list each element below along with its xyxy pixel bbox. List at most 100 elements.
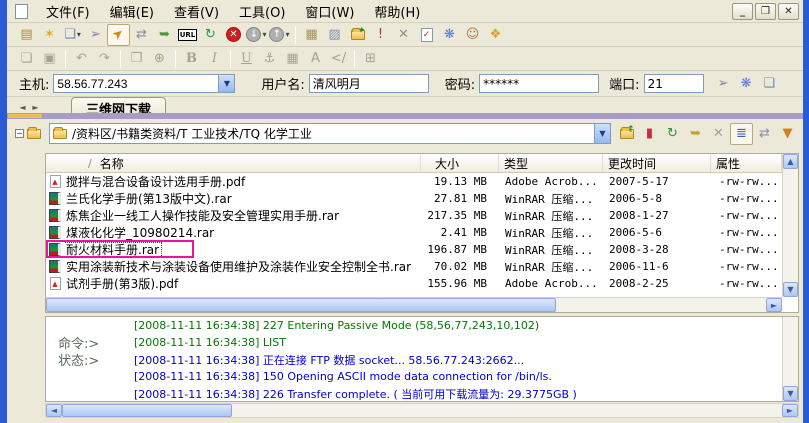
tab-scroll-right-icon[interactable]: ► <box>30 101 41 113</box>
bookmarks-icon[interactable]: ▮ <box>638 123 661 145</box>
file-row[interactable]: 实用涂装新技术与涂装设备使用维护及涂装作业安全控制全书.rar 70.02 MB W… <box>46 258 782 275</box>
file-row[interactable]: ▲ 搅拌与混合设备设计选用手册.pdf 19.13 MB Adobe Acrob...… <box>46 173 782 190</box>
password-input[interactable] <box>479 74 600 93</box>
port-input[interactable] <box>643 74 704 93</box>
file-row[interactable]: 炼焦企业一线工人操作技能及安全管理实用手册.rar 217.35 MB WinRAR… <box>46 207 782 224</box>
image-icon[interactable]: ▦ <box>281 48 304 70</box>
host-input[interactable] <box>54 76 219 91</box>
html-code-icon[interactable]: </ <box>327 48 350 70</box>
collapse-minus-icon[interactable]: − <box>15 129 24 138</box>
stop-icon[interactable]: ✕ <box>222 24 245 46</box>
verify-icon[interactable]: ✓ <box>415 24 438 46</box>
dropdown-arrow-icon[interactable]: ▾ <box>262 30 266 39</box>
bold-icon[interactable]: B <box>180 48 203 70</box>
path-combobox[interactable]: /资料区/书籍类资料/T 工业技术/TQ 化学工业 ▼ <box>49 123 611 144</box>
quick-connect-icon[interactable]: ➢ <box>84 24 107 46</box>
transfer-mode-icon[interactable]: ▼ <box>776 123 799 145</box>
column-header-mtime[interactable]: 更改时间 <box>603 154 711 172</box>
column-header-size[interactable]: 大小 <box>421 154 499 172</box>
scroll-down-icon[interactable]: ▼ <box>783 282 798 297</box>
connection-settings-icon[interactable]: ❋ <box>735 73 758 95</box>
skin-icon[interactable]: ❖ <box>484 24 507 46</box>
remote-path[interactable]: /资料区/书籍类资料/T 工业技术/TQ 化学工业 <box>67 125 594 142</box>
chevron-down-icon[interactable]: ▼ <box>218 75 235 92</box>
tree-collapse-button[interactable]: − <box>11 123 45 145</box>
host-combobox[interactable]: ▼ <box>53 74 236 93</box>
scrollbar-thumb[interactable] <box>46 298 556 312</box>
tab-site[interactable]: 三维网下载 <box>71 97 167 118</box>
close-button[interactable]: ✕ <box>778 2 799 20</box>
rar-file-icon <box>46 260 64 273</box>
connect-plug-icon[interactable]: ➢ <box>712 73 735 95</box>
new-folder-icon[interactable]: ✦ <box>346 24 369 46</box>
connection-bar: 主机: ▼ 用户名: 密码: 端口: ➢ ❋ ❏ <box>7 71 803 97</box>
refresh-icon[interactable]: ↻ <box>199 24 222 46</box>
column-header-name[interactable]: ∕ 名称 <box>46 154 421 172</box>
underline-icon[interactable]: U <box>235 48 258 70</box>
upload-icon[interactable]: ↑ ▾ <box>268 24 291 46</box>
menu-item-window[interactable]: 窗口(W) <box>295 4 364 23</box>
username-input[interactable] <box>308 74 429 93</box>
redo-icon[interactable]: ↷ <box>93 48 116 70</box>
scroll-right-icon[interactable]: ► <box>766 298 782 312</box>
minimize-button[interactable]: _ <box>732 2 753 20</box>
column-header-attr[interactable]: 属性 <box>711 154 782 172</box>
table-icon[interactable]: ⊞ <box>359 48 382 70</box>
up-directory-icon[interactable]: ↑ <box>615 123 638 145</box>
delete-icon[interactable]: ✕ <box>392 24 415 46</box>
save-icon[interactable]: ▣ <box>38 48 61 70</box>
alert-icon[interactable]: ! <box>369 24 392 46</box>
scrollbar-thumb[interactable] <box>62 404 232 417</box>
select-pointer-icon[interactable]: ➤ <box>107 23 130 46</box>
browse-icon[interactable]: ❐ <box>125 48 148 70</box>
settings-icon[interactable]: ❋ <box>438 24 461 46</box>
download-icon[interactable]: ↓ ▾ <box>245 24 268 46</box>
column-header-type[interactable]: 类型 <box>499 154 603 172</box>
scroll-left-icon[interactable]: ◄ <box>46 404 62 417</box>
menu-item-tools[interactable]: 工具(O) <box>229 4 295 23</box>
new-session-icon[interactable]: ❏ <box>758 73 781 95</box>
view-list-icon[interactable]: ≣ <box>730 122 753 145</box>
log-icon[interactable]: ▨ <box>323 24 346 46</box>
log-horizontal-scrollbar[interactable]: ◄ ► <box>45 403 799 418</box>
compare-icon[interactable]: ⇄ <box>753 123 776 145</box>
scroll-down-icon[interactable]: ▼ <box>783 386 798 401</box>
scroll-right-icon[interactable]: ► <box>782 404 798 417</box>
menu-item-view[interactable]: 查看(V) <box>164 4 229 23</box>
sort-ascending-icon: ∕ <box>88 156 92 170</box>
list-vertical-scrollbar[interactable]: ▲ ▼ <box>782 154 798 297</box>
dropdown-arrow-icon[interactable]: ▾ <box>77 30 81 39</box>
anchor-icon[interactable]: ⚓ <box>258 48 281 70</box>
scroll-up-icon[interactable]: ▲ <box>783 154 798 169</box>
new-item-icon[interactable]: ❏ ▾ <box>61 24 84 46</box>
dropdown-arrow-icon[interactable]: ▾ <box>285 30 289 39</box>
go-folder-icon[interactable]: ➥ <box>684 123 707 145</box>
site-manager-icon[interactable]: ▤ <box>15 24 38 46</box>
undo-icon[interactable]: ↶ <box>70 48 93 70</box>
redial-icon[interactable]: ➥ <box>153 24 176 46</box>
support-icon[interactable]: ☺ <box>461 24 484 46</box>
menu-item-edit[interactable]: 编辑(E) <box>100 4 164 23</box>
menu-item-file[interactable]: 文件(F) <box>36 4 100 23</box>
italic-icon[interactable]: I <box>203 48 226 70</box>
url-icon[interactable]: URL <box>176 24 199 46</box>
disconnect-icon[interactable]: ⇄ <box>130 24 153 46</box>
connection-wizard-icon[interactable]: ✶ <box>38 24 61 46</box>
new-page-icon[interactable]: ❏ <box>15 48 38 70</box>
globe-icon[interactable]: ⊕ <box>148 48 171 70</box>
restore-button[interactable]: ❐ <box>755 2 776 20</box>
queue-icon[interactable]: ▦ <box>300 24 323 46</box>
tab-scroll-left-icon[interactable]: ◄ <box>17 101 28 113</box>
menu-item-help[interactable]: 帮助(H) <box>364 4 430 23</box>
font-icon[interactable]: A <box>304 48 327 70</box>
log-vertical-scrollbar[interactable]: ▼ <box>782 317 798 401</box>
file-row[interactable]: 兰氏化学手册(第13版中文).rar 27.81 MB WinRAR 压缩... 20… <box>46 190 782 207</box>
file-row[interactable]: 煤液化化学_10980214.rar 2.41 MB WinRAR 压缩... 200… <box>46 224 782 241</box>
list-horizontal-scrollbar[interactable]: ► <box>46 297 782 312</box>
chevron-down-icon[interactable]: ▼ <box>594 124 610 143</box>
refresh-list-icon[interactable]: ↻ <box>661 123 684 145</box>
window-controls: _ ❐ ✕ <box>730 2 799 20</box>
file-row[interactable]: ▲ 试剂手册(第3版).pdf 155.96 MB Adobe Acrob... 200… <box>46 275 782 292</box>
cancel-icon[interactable]: ✕ <box>707 123 730 145</box>
file-row[interactable]: 耐火材料手册.rar 196.87 MB WinRAR 压缩... 2008-3-28… <box>46 240 782 258</box>
